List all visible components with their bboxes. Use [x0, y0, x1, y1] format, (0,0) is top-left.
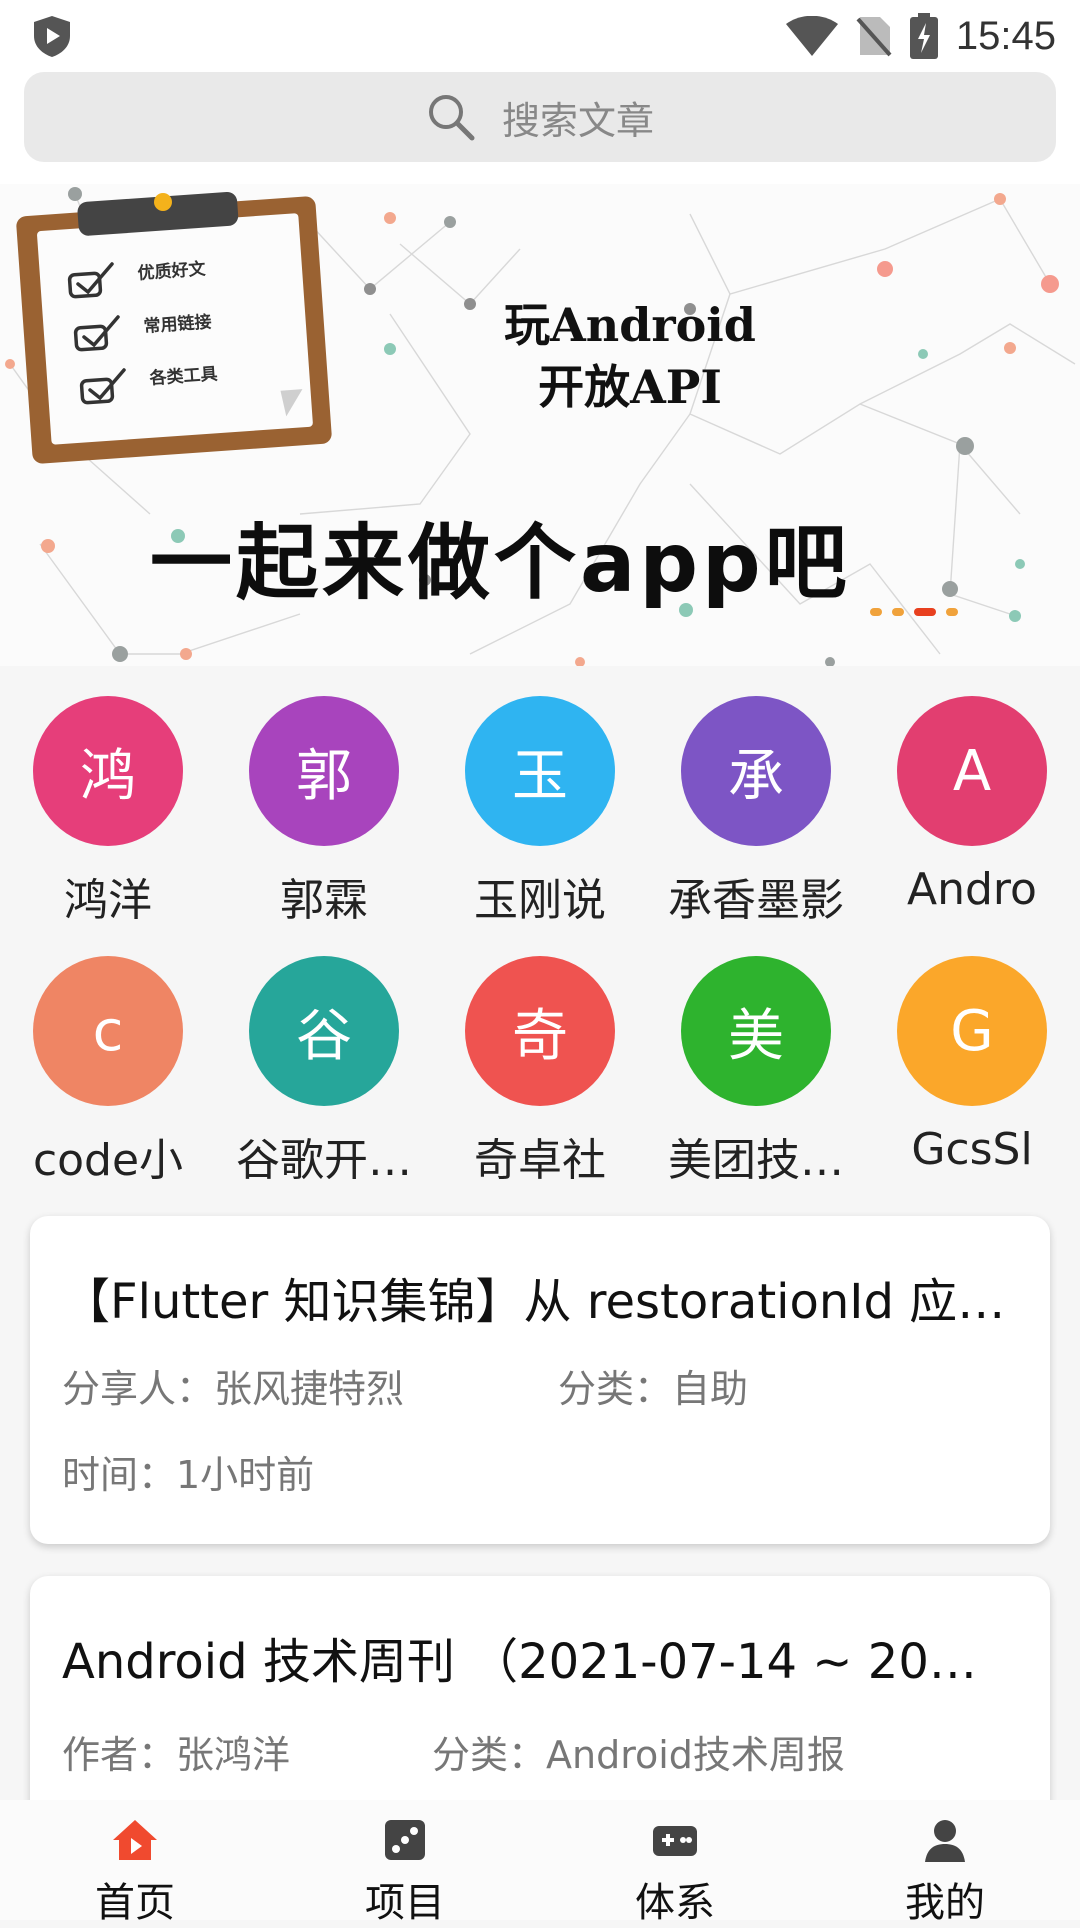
pager-dot: [892, 608, 904, 616]
nav-profile-label: 我的: [905, 1880, 985, 1926]
author-name: 谷歌开…: [236, 1135, 412, 1186]
avatar-initial: 郭: [296, 743, 352, 809]
author-name: 郭霖: [280, 875, 368, 926]
nav-home[interactable]: 首页: [0, 1800, 270, 1926]
pager-dot-active: [914, 608, 936, 616]
search-icon: [428, 95, 475, 141]
nav-system-label: 体系: [635, 1880, 715, 1926]
dice-icon: [385, 1820, 425, 1860]
banner-pager-dots: [870, 608, 958, 616]
author-item[interactable]: 郭 郭霖: [216, 666, 432, 926]
author-name: 美团技…: [668, 1135, 844, 1186]
article-sharer: 分享人：张风捷特烈: [62, 1367, 405, 1411]
bottom-navigation: 首页 项目 体系 我的: [0, 1800, 1080, 1926]
author-item[interactable]: A Andro: [864, 666, 1080, 916]
avatar-initial: A: [952, 738, 992, 804]
author-avatar: 玉: [465, 696, 615, 846]
author-name: code小: [32, 1135, 184, 1186]
article-title: Android 技术周刊 （2021-07-14 ~ 2021-07-21）: [62, 1634, 1006, 1690]
author-name: GcsSl: [911, 1124, 1033, 1175]
avatar-initial: 承: [728, 743, 784, 809]
nav-home-label: 首页: [95, 1880, 175, 1926]
author-avatar: 美: [681, 956, 831, 1106]
banner-title-line1: 玩Android: [504, 298, 756, 352]
pager-dot: [870, 608, 882, 616]
article-category: 分类：自助: [558, 1367, 749, 1411]
no-sim-icon: [856, 17, 892, 57]
pager-dot: [946, 608, 958, 616]
search-area: 搜索文章: [0, 72, 1080, 184]
search-input[interactable]: 搜索文章: [24, 72, 1056, 162]
author-name: 鸿洋: [64, 875, 152, 926]
author-item[interactable]: 谷 谷歌开…: [216, 926, 432, 1186]
nav-system[interactable]: 体系: [540, 1800, 810, 1926]
nav-projects[interactable]: 项目: [270, 1800, 540, 1926]
avatar-initial: 鸿: [80, 743, 136, 809]
avatar-initial: G: [950, 998, 994, 1064]
author-name: 奇卓社: [474, 1135, 606, 1186]
banner-title-line2: 开放API: [538, 360, 722, 414]
author-avatar: 谷: [249, 956, 399, 1106]
author-avatar: 承: [681, 696, 831, 846]
nav-projects-label: 项目: [365, 1880, 445, 1926]
clipboard-illustration: 优质好文 常用链接 各类工具: [16, 191, 332, 464]
author-avatar: c: [33, 956, 183, 1106]
banner-title: 玩Android 开放API: [380, 294, 880, 418]
battery-charging-icon: [909, 13, 938, 59]
banner-slogan: 一起来做个app吧: [150, 516, 851, 611]
author-item[interactable]: c code小: [0, 926, 216, 1186]
author-item[interactable]: 承 承香墨影: [648, 666, 864, 926]
home-icon: [113, 1820, 157, 1860]
article-title: 【Flutter 知识集锦】从 restorationId 应用...: [62, 1274, 1006, 1330]
author-avatar: A: [897, 696, 1047, 846]
author-avatar: 奇: [465, 956, 615, 1106]
author-item[interactable]: G GcsSl: [864, 926, 1080, 1176]
author-item[interactable]: 鸿 鸿洋: [0, 666, 216, 926]
article-author: 作者：张鸿洋: [62, 1733, 291, 1777]
article-category: 分类：Android技术周报: [432, 1733, 845, 1777]
author-name: 玉刚说: [474, 875, 606, 926]
author-item[interactable]: 玉 玉刚说: [432, 666, 648, 926]
search-placeholder: 搜索文章: [501, 98, 654, 143]
author-grid: 鸿 鸿洋 郭 郭霖 玉 玉刚说 承 承香墨影 A Andro c code小 谷…: [0, 666, 1080, 1206]
author-name: 承香墨影: [668, 875, 844, 926]
article-time: 时间：1小时前: [62, 1453, 315, 1497]
author-avatar: 郭: [249, 696, 399, 846]
gamepad-icon: [653, 1826, 697, 1856]
shield-icon: [34, 16, 70, 57]
author-item[interactable]: 奇 奇卓社: [432, 926, 648, 1186]
author-name: Andro: [907, 864, 1037, 915]
status-time: 15:45: [955, 13, 1056, 58]
article-card[interactable]: 【Flutter 知识集锦】从 restorationId 应用... 分享人：…: [30, 1216, 1050, 1544]
avatar-initial: 谷: [296, 1003, 352, 1069]
wifi-icon: [785, 16, 838, 56]
avatar-initial: 玉: [512, 743, 568, 809]
author-item[interactable]: 美 美团技…: [648, 926, 864, 1186]
status-bar: 15:45: [0, 0, 1080, 72]
nav-profile[interactable]: 我的: [810, 1800, 1080, 1926]
author-avatar: 鸿: [33, 696, 183, 846]
avatar-initial: 奇: [512, 1003, 568, 1069]
article-card[interactable]: Android 技术周刊 （2021-07-14 ~ 2021-07-21） 作…: [30, 1576, 1050, 1836]
banner-carousel[interactable]: 优质好文 常用链接 各类工具 玩Android 开放API 一起来做个app吧: [0, 184, 1080, 666]
avatar-initial: c: [92, 998, 124, 1064]
avatar-initial: 美: [728, 1003, 784, 1069]
author-avatar: G: [897, 956, 1047, 1106]
person-icon: [925, 1820, 965, 1862]
